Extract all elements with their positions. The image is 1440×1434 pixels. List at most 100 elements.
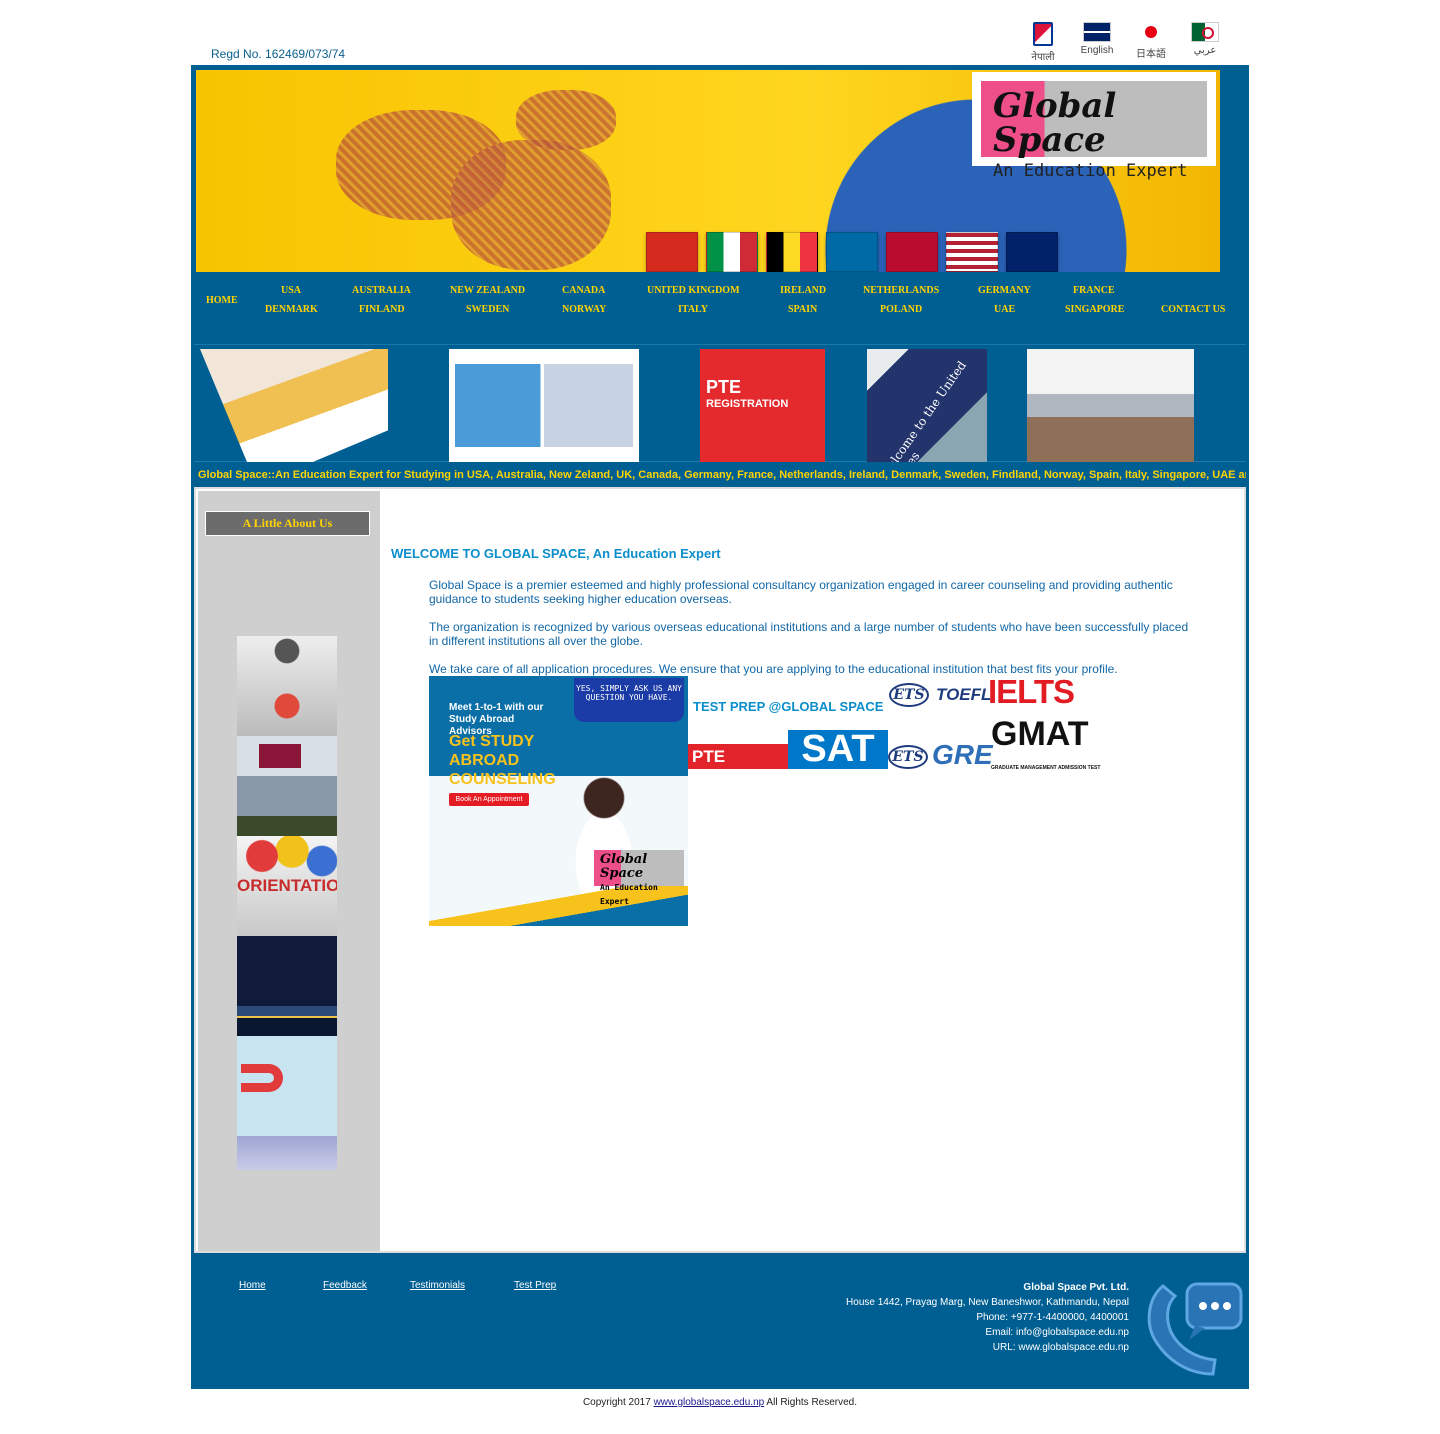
nav-poland[interactable]: POLAND bbox=[880, 304, 922, 315]
pte-image-subtext: REGISTRATION bbox=[706, 398, 789, 410]
orientation-image[interactable]: ORIENTATION bbox=[237, 836, 337, 936]
nav-norway[interactable]: NORWAY bbox=[562, 304, 606, 315]
nav-italy[interactable]: ITALY bbox=[678, 304, 708, 315]
toronto-city-image[interactable] bbox=[449, 349, 639, 462]
country-flags-image bbox=[646, 197, 1216, 272]
logo-tagline: An Education Expert bbox=[993, 161, 1188, 181]
dubai-tower-image[interactable] bbox=[237, 1136, 337, 1170]
japan-flag-icon bbox=[1137, 22, 1165, 42]
uk-flag-icon bbox=[1006, 232, 1058, 272]
magnet-icon bbox=[241, 1064, 283, 1092]
uk-flag-icon bbox=[1083, 22, 1111, 42]
belgium-flag-icon bbox=[766, 232, 818, 272]
nav-germany[interactable]: GERMANY bbox=[978, 285, 1031, 296]
phone-chat-icon bbox=[1147, 1282, 1243, 1376]
algeria-flag-icon bbox=[1191, 22, 1219, 42]
nav-home[interactable]: HOME bbox=[206, 295, 238, 306]
copyright-suffix: All Rights Reserved. bbox=[764, 1397, 858, 1408]
norway-flag-icon bbox=[886, 232, 938, 272]
site-logo[interactable]: Global Space An Education Expert bbox=[972, 72, 1216, 181]
nav-singapore[interactable]: SINGAPORE bbox=[1065, 304, 1124, 315]
recognition-paragraph: The organization is recognized by variou… bbox=[429, 620, 1189, 648]
copyright-prefix: Copyright 2017 bbox=[582, 1397, 654, 1408]
nav-ireland[interactable]: IRELAND bbox=[780, 285, 826, 296]
language-label: नेपाली bbox=[1031, 52, 1055, 63]
footer-link-feedback[interactable]: Feedback bbox=[323, 1280, 367, 1291]
nav-sweden[interactable]: SWEDEN bbox=[466, 304, 509, 315]
study-abroad-ad[interactable]: YES, SIMPLY ASK US ANY QUESTION YOU HAVE… bbox=[429, 676, 688, 926]
qatar-skyline-image[interactable] bbox=[237, 736, 337, 836]
toefl-logo[interactable]: TOEFL bbox=[936, 685, 991, 705]
language-arabic[interactable]: عربي bbox=[1181, 22, 1229, 64]
usa-flag-icon bbox=[946, 232, 998, 272]
language-nepali[interactable]: नेपाली bbox=[1019, 22, 1067, 64]
canada-flag-icon bbox=[646, 232, 698, 272]
url-line: URL: www.globalspace.edu.np bbox=[992, 1342, 1129, 1353]
footer-link-testimonials[interactable]: Testimonials bbox=[410, 1280, 465, 1291]
footer-link-home[interactable]: Home bbox=[239, 1280, 266, 1291]
top-bar: Regd No. 162469/073/74 नेपाली English 日本… bbox=[191, 0, 1249, 66]
page-frame: Global Space An Education Expert HOME US… bbox=[191, 65, 1249, 1389]
nav-united-kingdom[interactable]: UNITED KINGDOM bbox=[647, 285, 740, 296]
ielts-logo[interactable]: IELTS bbox=[988, 673, 1075, 711]
sat-logo[interactable]: SAT bbox=[788, 730, 888, 769]
ets-logo-2[interactable]: ETS bbox=[888, 745, 928, 769]
nav-finland[interactable]: FINLAND bbox=[359, 304, 405, 315]
pte-logo[interactable]: PTE PEARSON TEST OF ENGLISH Academic bbox=[688, 744, 788, 784]
orientation-text: ORIENTATION bbox=[237, 876, 337, 895]
phone-line: Phone: +977-1-4400000, 4400001 bbox=[976, 1312, 1129, 1323]
book-appointment-button[interactable]: Book An Appointment bbox=[449, 793, 529, 806]
news-ticker: Global Space::An Education Expert for St… bbox=[198, 469, 1246, 481]
ad-logo-name: Global Space bbox=[600, 852, 648, 881]
world-map-people-image bbox=[451, 140, 611, 270]
pte-image-text: PTE bbox=[706, 377, 742, 397]
magnet-recruit-image[interactable] bbox=[237, 1036, 337, 1136]
nav-contact-us[interactable]: CONTACT US bbox=[1161, 304, 1225, 315]
qatar-flag-icon bbox=[259, 744, 301, 768]
gmat-logo-text: GMAT bbox=[991, 715, 1089, 753]
pte-registration-image[interactable]: PTE REGISTRATION bbox=[700, 349, 825, 462]
copyright-site-link[interactable]: www.globalspace.edu.np bbox=[654, 1397, 765, 1408]
ad-speech-bubble: YES, SIMPLY ASK US ANY QUESTION YOU HAVE… bbox=[574, 678, 684, 722]
welcome-heading: WELCOME TO GLOBAL SPACE, An Education Ex… bbox=[391, 546, 721, 561]
intro-paragraph: Global Space is a premier esteemed and h… bbox=[429, 578, 1173, 606]
language-label: 日本語 bbox=[1136, 49, 1166, 60]
nav-australia[interactable]: AUSTRALIA bbox=[352, 285, 411, 296]
nav-usa[interactable]: USA bbox=[281, 285, 301, 296]
welcome-us-text: Welcome to the United States bbox=[877, 358, 969, 462]
nav-spain[interactable]: SPAIN bbox=[788, 304, 817, 315]
nav-new-zealand[interactable]: NEW ZEALAND bbox=[450, 285, 525, 296]
bahrain-skyline-image[interactable] bbox=[237, 936, 337, 1036]
footer-link-test-prep[interactable]: Test Prep bbox=[514, 1280, 556, 1291]
nav-denmark[interactable]: DENMARK bbox=[265, 304, 318, 315]
procedures-paragraph: We take care of all application procedur… bbox=[429, 662, 1118, 676]
language-english[interactable]: English bbox=[1073, 22, 1121, 64]
italy-flag-icon bbox=[706, 232, 758, 272]
language-label: عربي bbox=[1193, 45, 1217, 56]
nav-canada[interactable]: CANADA bbox=[562, 285, 605, 296]
hero-banner: Global Space An Education Expert bbox=[196, 70, 1220, 272]
email-line: Email: info@globalspace.edu.np bbox=[985, 1327, 1129, 1338]
seminar-classroom-image[interactable] bbox=[1027, 349, 1194, 462]
nav-france[interactable]: FRANCE bbox=[1073, 285, 1115, 296]
company-name: Global Space Pvt. Ltd. bbox=[1023, 1282, 1129, 1293]
gmat-logo[interactable]: GMAT GRADUATE MANAGEMENT ADMISSION TEST bbox=[991, 717, 1100, 785]
ad-logo-tagline: An Education Expert bbox=[600, 883, 658, 906]
language-label: English bbox=[1080, 45, 1114, 56]
nepal-flag-icon bbox=[1033, 22, 1053, 46]
nav-uae[interactable]: UAE bbox=[994, 304, 1015, 315]
sidebar-title: A Little About Us bbox=[205, 511, 370, 536]
ets-logo[interactable]: ETS bbox=[889, 683, 929, 707]
nav-netherlands[interactable]: NETHERLANDS bbox=[863, 285, 939, 296]
gre-logo[interactable]: GRE bbox=[932, 739, 993, 771]
sidebar: A Little About Us ORIENTATION bbox=[198, 491, 380, 1251]
language-japanese[interactable]: 日本語 bbox=[1127, 22, 1175, 64]
test-prep-heading: TEST PREP @GLOBAL SPACE bbox=[693, 699, 884, 714]
business-gears-image[interactable] bbox=[237, 636, 337, 736]
company-address: Global Space Pvt. Ltd. House 1442, Praya… bbox=[846, 1280, 1129, 1355]
gmat-logo-subtext: GRADUATE MANAGEMENT ADMISSION TEST bbox=[991, 765, 1101, 771]
welcome-us-image[interactable]: Welcome to the United States bbox=[867, 349, 987, 462]
image-gallery: PTE REGISTRATION Welcome to the United S… bbox=[194, 344, 1246, 462]
logo-name: Global Space bbox=[993, 86, 1117, 160]
students-laptop-image[interactable] bbox=[200, 349, 388, 462]
